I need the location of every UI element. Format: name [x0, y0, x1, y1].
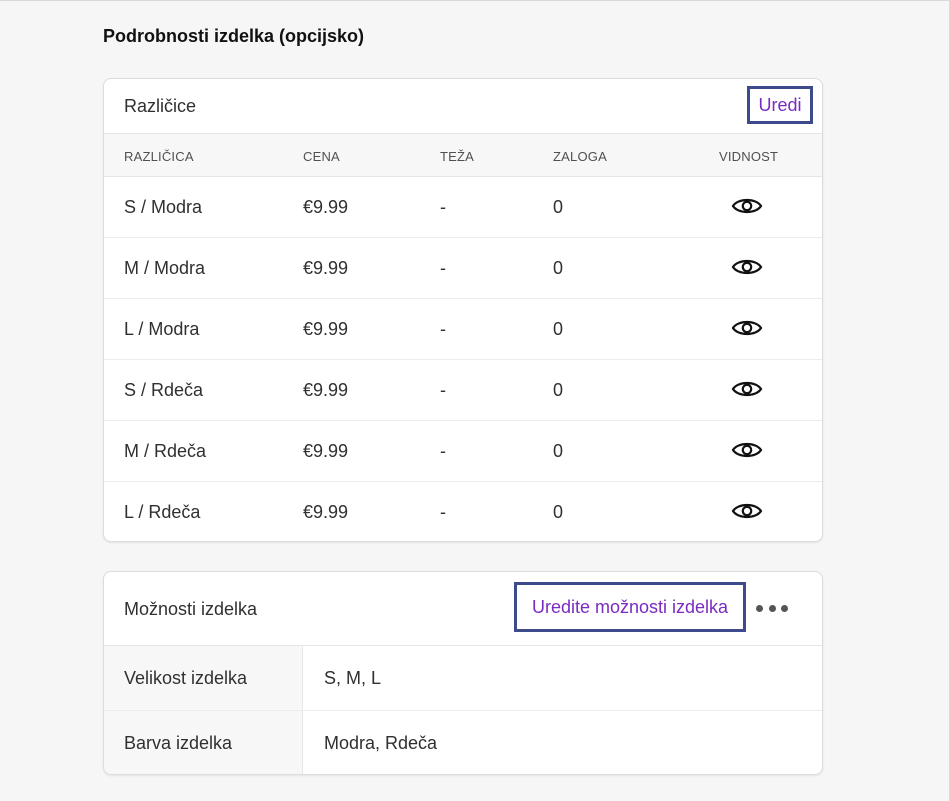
variants-table-body: S / Modra €9.99-0 M / Modra €9.99-0 L / Modr…: [104, 177, 822, 541]
variant-price: €9.99: [303, 441, 349, 461]
variant-price: €9.99: [303, 502, 349, 522]
options-card-header: Možnosti izdelka Uredite možnosti izdelk…: [104, 572, 822, 646]
option-row: Barva izdelka Modra, Rdeča: [104, 711, 822, 774]
variant-stock: 0: [553, 502, 564, 522]
edit-variants-link[interactable]: Uredi: [747, 86, 813, 124]
variant-weight: -: [440, 319, 446, 339]
variant-name: M / Rdeča: [124, 441, 207, 461]
variant-name: L / Rdeča: [124, 502, 201, 522]
table-row: L / Rdeča €9.99 - 0: [104, 482, 822, 541]
variant-stock: 0: [553, 441, 564, 461]
option-label-cell: Velikost izdelka: [104, 646, 303, 710]
option-label: Velikost izdelka: [124, 668, 248, 688]
frame-top-border: [0, 0, 950, 1]
option-label: Barva izdelka: [124, 733, 233, 753]
more-horizontal-icon[interactable]: [756, 598, 788, 618]
variant-name: S / Modra: [124, 197, 203, 217]
variants-card-header: Različice Uredi: [104, 79, 822, 134]
options-card-title: Možnosti izdelka: [124, 599, 258, 619]
product-options-card: Možnosti izdelka Uredite možnosti izdelk…: [103, 571, 823, 775]
variant-weight: -: [440, 258, 446, 278]
variant-price: €9.99: [303, 380, 349, 400]
option-value: S, M, L: [324, 668, 382, 688]
option-row: Velikost izdelka S, M, L: [104, 646, 822, 711]
table-row: L / Modra €9.99 - 0: [104, 299, 822, 360]
variant-weight: -: [440, 380, 446, 400]
variant-stock: 0: [553, 197, 564, 217]
table-row: S / Rdeča €9.99 - 0: [104, 360, 822, 421]
column-header-stock: ZALOGA: [553, 149, 607, 164]
variant-weight: -: [440, 197, 446, 217]
variant-stock: 0: [553, 319, 564, 339]
variant-weight: -: [440, 441, 446, 461]
option-label-cell: Barva izdelka: [104, 711, 303, 774]
variant-stock: 0: [553, 380, 564, 400]
column-header-visibility: VIDNOST: [719, 149, 779, 164]
eye-icon[interactable]: [731, 378, 763, 400]
table-row: M / Modra €9.99 - 0: [104, 238, 822, 299]
table-row: M / Rdeča €9.99 - 0: [104, 421, 822, 482]
variant-weight: -: [440, 502, 446, 522]
option-value: Modra, Rdeča: [324, 733, 438, 753]
column-header-variant: RAZLIČICA: [124, 149, 194, 164]
variants-card-title: Različice: [124, 96, 197, 116]
variant-price: €9.99: [303, 319, 349, 339]
table-row: S / Modra €9.99 - 0: [104, 177, 822, 238]
variant-name: M / Modra: [124, 258, 206, 278]
eye-icon[interactable]: [731, 500, 763, 522]
variant-name: S / Rdeča: [124, 380, 204, 400]
eye-icon[interactable]: [731, 256, 763, 278]
eye-icon[interactable]: [731, 317, 763, 339]
variant-name: L / Modra: [124, 319, 200, 339]
variant-stock: 0: [553, 258, 564, 278]
section-title: Podrobnosti izdelka (opcijsko): [103, 26, 365, 46]
variants-table-header: RAZLIČICA CENA TEŽA ZALOGA VIDNOST: [104, 134, 822, 177]
column-header-weight: TEŽA: [440, 149, 475, 164]
eye-icon[interactable]: [731, 439, 763, 461]
eye-icon[interactable]: [731, 195, 763, 217]
edit-product-options-link[interactable]: Uredite možnosti izdelka: [514, 582, 746, 632]
column-header-price: CENA: [303, 149, 340, 164]
variants-card: Različice Uredi RAZLIČICA CENA TEŽA ZALO…: [103, 78, 823, 542]
variant-price: €9.99: [303, 197, 349, 217]
variant-price: €9.99: [303, 258, 349, 278]
